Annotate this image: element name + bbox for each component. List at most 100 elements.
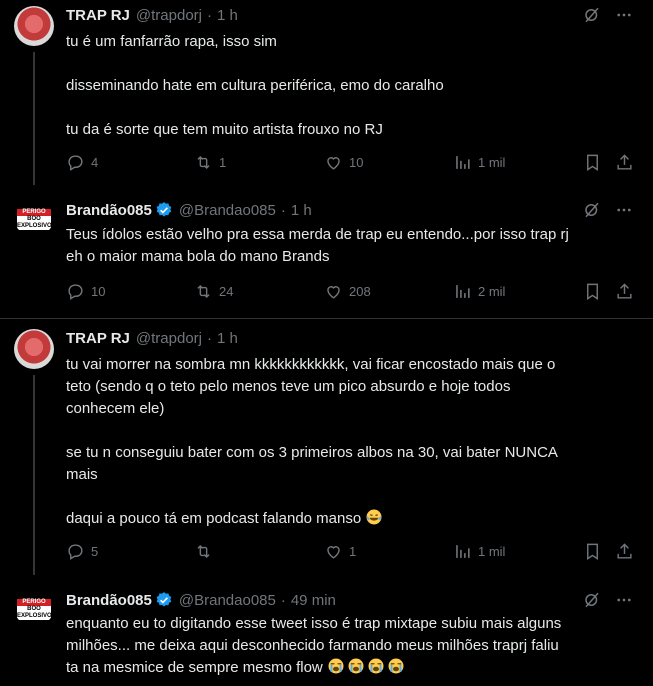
tweet-1[interactable]: TRAP RJ @trapdorj · 1 h tu é um fanfarrã…	[0, 0, 653, 185]
like-button[interactable]: 1	[324, 542, 356, 561]
timestamp[interactable]: 1 h	[217, 330, 238, 347]
more-icon[interactable]	[615, 201, 633, 223]
author-handle[interactable]: @trapdorj	[136, 330, 202, 347]
views-icon	[456, 545, 470, 558]
tweet-header: TRAP RJ @trapdorj · 1 h	[66, 328, 238, 348]
text-line: teto (sendo q o teto pelo menos teve um …	[66, 378, 511, 395]
like-button[interactable]: 208	[324, 282, 371, 301]
author-name[interactable]: Brandão085	[66, 592, 152, 609]
tweet-2[interactable]: PERIGO BOO EXPLOSIVO Brandão085 @Brandao…	[0, 185, 653, 318]
retweet-icon	[197, 544, 210, 559]
crying-emoji	[328, 658, 344, 674]
more-icon[interactable]	[615, 591, 633, 613]
grok-icon[interactable]	[583, 201, 601, 223]
avatar[interactable]: PERIGO BOO EXPLOSIVO	[14, 587, 54, 627]
retweet-count: 24	[219, 284, 234, 299]
avatar-badge: PERIGO BOO EXPLOSIVO	[17, 599, 52, 620]
avatar-badge: PERIGO BOO EXPLOSIVO	[17, 209, 52, 230]
text-line: eh o maior mama bola do mano Brands	[66, 248, 330, 265]
timestamp[interactable]: 1 h	[217, 7, 238, 24]
tweet-3[interactable]: TRAP RJ @trapdorj · 1 h tu vai morrer na…	[0, 319, 653, 575]
bookmark-button[interactable]	[583, 542, 602, 561]
share-button[interactable]	[615, 153, 634, 172]
like-count: 1	[349, 544, 357, 559]
tweet-4[interactable]: PERIGO BOO EXPLOSIVO Brandão085 @Brandao…	[0, 575, 653, 686]
text-line: milhões... me deixa aqui desconhecido fa…	[66, 637, 559, 654]
timestamp[interactable]: 1 h	[291, 202, 312, 219]
views-button[interactable]: 2 mil	[453, 282, 505, 301]
text-line: mais	[66, 466, 98, 483]
author-name[interactable]: TRAP RJ	[66, 330, 130, 347]
grok-icon[interactable]	[583, 591, 601, 613]
separator-dot: ·	[280, 201, 286, 219]
avatar[interactable]	[14, 329, 54, 369]
retweet-button[interactable]: 1	[194, 153, 226, 172]
tweet-header: Brandão085 @Brandao085 · 49 min	[66, 590, 336, 610]
grok-icon[interactable]	[583, 6, 601, 28]
bookmark-button[interactable]	[583, 282, 602, 301]
reply-count: 10	[91, 284, 106, 299]
avatar[interactable]	[14, 6, 54, 46]
thread-line	[33, 52, 35, 185]
verified-icon	[156, 202, 172, 217]
like-icon	[327, 286, 340, 299]
tweet-header-icons	[583, 6, 633, 28]
text-line-content: ta na mesmice de sempre mesmo flow	[66, 659, 323, 676]
text-line: tu é um fanfarrão rapa, isso sim	[66, 33, 277, 50]
retweet-icon	[197, 284, 210, 299]
views-count: 1 mil	[478, 155, 506, 170]
like-icon	[327, 157, 340, 170]
reply-count: 4	[91, 155, 99, 170]
author-handle[interactable]: @trapdorj	[136, 7, 202, 24]
reply-icon	[68, 544, 83, 560]
author-name[interactable]: Brandão085	[66, 202, 152, 219]
crying-emoji	[348, 658, 364, 674]
crying-emoji	[388, 658, 404, 674]
retweet-button[interactable]	[194, 542, 219, 561]
tweet-text: tu é um fanfarrão rapa, isso sim dissemi…	[66, 31, 626, 141]
text-line: tu da é sorte que tem muito artista frou…	[66, 121, 383, 138]
crying-emoji	[368, 658, 384, 674]
reply-button[interactable]: 5	[66, 542, 98, 561]
reply-button[interactable]: 4	[66, 153, 98, 172]
views-button[interactable]: 1 mil	[453, 542, 505, 561]
like-button[interactable]: 10	[324, 153, 363, 172]
author-name[interactable]: TRAP RJ	[66, 7, 130, 24]
retweet-count: 1	[219, 155, 227, 170]
separator-dot: ·	[207, 6, 212, 24]
share-button[interactable]	[615, 542, 634, 561]
tweet-header: Brandão085 @Brandao085 · 1 h	[66, 200, 312, 220]
tweet-text: Teus ídolos estão velho pra essa merda d…	[66, 224, 626, 268]
separator-dot: ·	[280, 591, 286, 609]
share-icon	[617, 543, 632, 559]
action-bar: 5 1 1 mil	[66, 542, 638, 564]
share-icon	[617, 154, 632, 170]
action-bar: 10 24 208 2 mil	[66, 282, 638, 304]
share-button[interactable]	[615, 282, 634, 301]
reply-button[interactable]: 10	[66, 282, 105, 301]
views-icon	[456, 285, 470, 298]
thread-line	[33, 375, 35, 575]
views-count: 1 mil	[478, 544, 506, 559]
text-line: conhecem ele)	[66, 400, 165, 417]
reply-icon	[68, 155, 83, 171]
timestamp[interactable]: 49 min	[291, 592, 336, 609]
author-handle[interactable]: @Brandao085	[179, 592, 276, 609]
verified-icon	[156, 592, 172, 607]
text-line: tu vai morrer na sombra mn kkkkkkkkkkkk,…	[66, 356, 556, 373]
author-handle[interactable]: @Brandao085	[179, 202, 276, 219]
views-button[interactable]: 1 mil	[453, 153, 505, 172]
separator-dot: ·	[207, 329, 212, 347]
tweet-header-icons	[583, 591, 633, 613]
share-icon	[617, 283, 632, 299]
tweet-text: tu vai morrer na sombra mn kkkkkkkkkkkk,…	[66, 354, 626, 530]
text-line: se tu n conseguiu bater com os 3 primeir…	[66, 444, 558, 461]
avatar[interactable]: PERIGO BOO EXPLOSIVO	[14, 197, 54, 237]
text-line: ta na mesmice de sempre mesmo flow	[66, 657, 626, 679]
text-line: daqui a pouco tá em podcast falando mans…	[66, 508, 626, 530]
bookmark-button[interactable]	[583, 153, 602, 172]
retweet-button[interactable]: 24	[194, 282, 233, 301]
like-icon	[327, 546, 340, 559]
more-icon[interactable]	[615, 6, 633, 28]
bookmark-icon	[587, 283, 598, 300]
